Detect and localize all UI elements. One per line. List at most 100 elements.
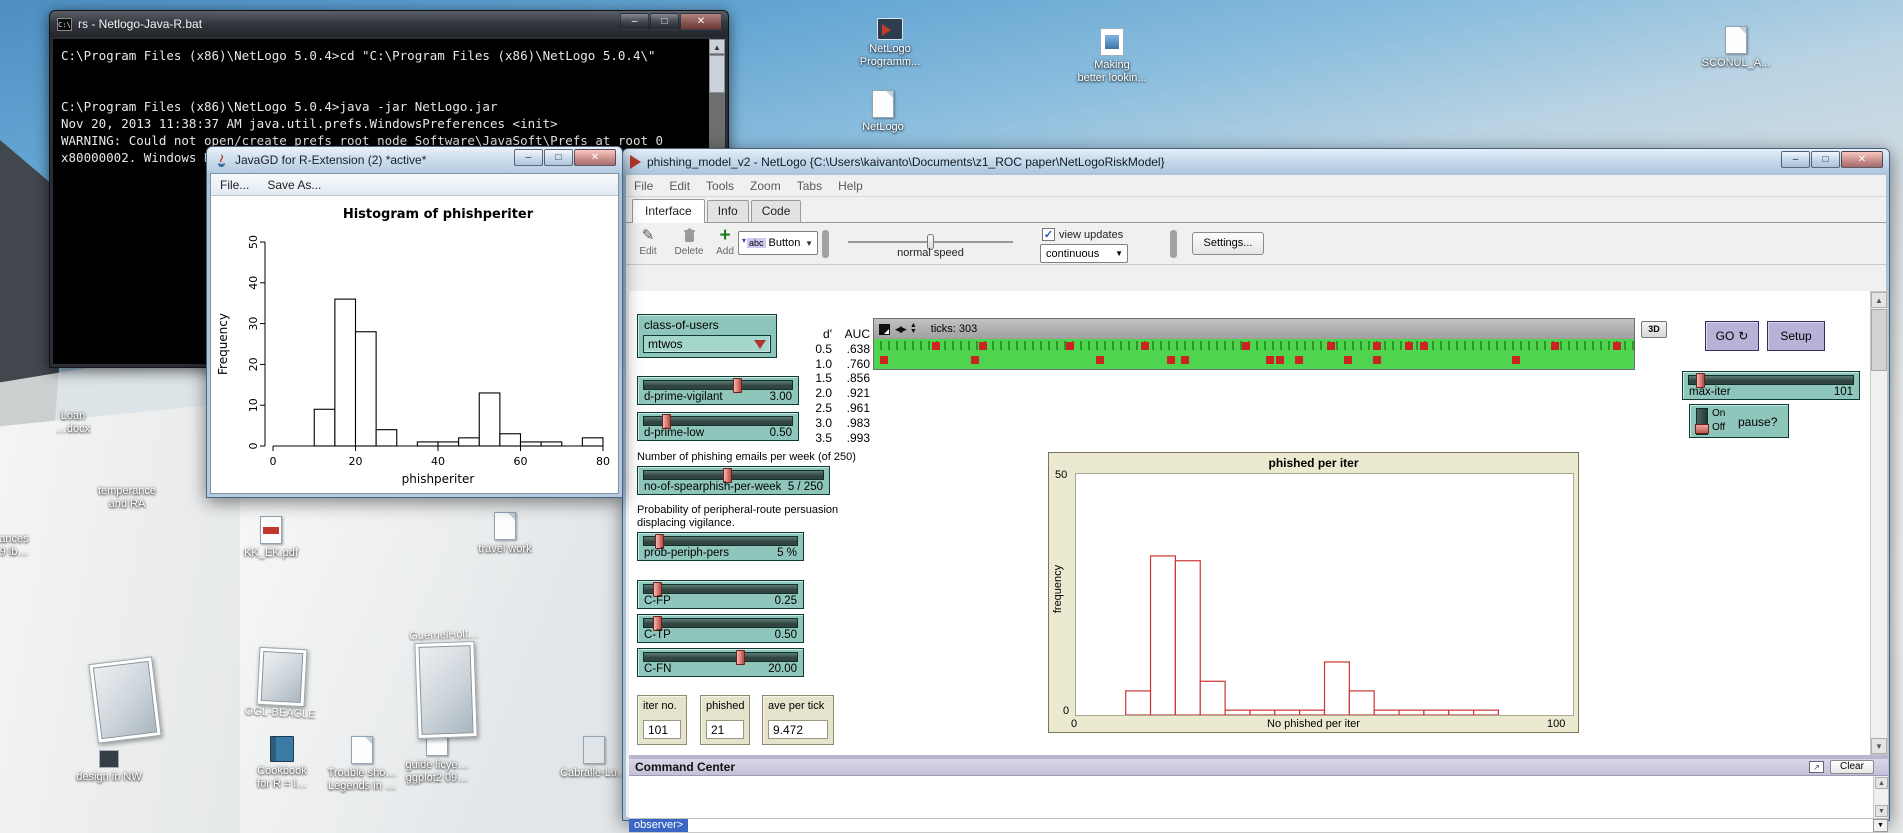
- world-canvas[interactable]: [874, 339, 1634, 369]
- switch-track[interactable]: [1696, 408, 1708, 435]
- update-mode-dropdown[interactable]: continuous ▼: [1040, 244, 1128, 263]
- scrollbar-thumb[interactable]: [709, 55, 725, 93]
- desktop-icon[interactable]: ances9 lb…: [0, 533, 59, 559]
- world-pan-horizontal-icon[interactable]: ◀▶: [895, 324, 905, 335]
- plot-bar: [1225, 710, 1250, 715]
- setup-button[interactable]: Setup: [1767, 321, 1825, 351]
- desktop-icon[interactable]: SCONUL_A...: [1691, 26, 1781, 70]
- menu-item-tools[interactable]: Tools: [698, 179, 742, 193]
- c-tp-slider[interactable]: C-TP0.50: [637, 614, 804, 643]
- cmd-window-title: rs - Netlogo-Java-R.bat: [78, 17, 202, 31]
- javagd-titlebar[interactable]: JavaGD for R-Extension (2) *active* – □ …: [207, 147, 622, 173]
- svg-text:30: 30: [247, 317, 260, 331]
- plot-ytick-max: 50: [1055, 469, 1067, 481]
- command-input-row[interactable]: observer> ▼: [629, 819, 1888, 832]
- menu-item-file[interactable]: File...: [211, 178, 258, 192]
- photo-thumbnail[interactable]: GGL-BEAGLE: [257, 647, 308, 707]
- menu-item-saveas[interactable]: Save As...: [258, 178, 330, 192]
- world-resize-icon[interactable]: [879, 324, 890, 335]
- max-iter-slider[interactable]: max-iter101: [1682, 371, 1860, 400]
- scroll-up-icon[interactable]: ▲: [1871, 292, 1887, 308]
- class-of-users-chooser[interactable]: class-of-users mtwos: [637, 314, 777, 358]
- no-of-spearphish-per-week-slider[interactable]: no-of-spearphish-per-week5 / 250: [637, 466, 830, 495]
- c-fp-slider[interactable]: C-FP0.25: [637, 580, 804, 609]
- export-icon[interactable]: ↗: [1809, 761, 1824, 773]
- netlogo-titlebar[interactable]: phishing_model_v2 - NetLogo {C:\Users\ka…: [623, 149, 1889, 175]
- tab-interface[interactable]: Interface: [632, 199, 705, 223]
- svg-text:0: 0: [247, 443, 260, 450]
- cmd-maximize-button[interactable]: □: [650, 13, 679, 30]
- desktop-icon[interactable]: Loan…docx: [28, 410, 118, 436]
- menu-item-edit[interactable]: Edit: [661, 179, 698, 193]
- svg-text:60: 60: [514, 455, 528, 468]
- menu-item-tabs[interactable]: Tabs: [789, 179, 830, 193]
- menu-item-zoom[interactable]: Zoom: [742, 179, 789, 193]
- cmd-minimize-button[interactable]: –: [620, 13, 649, 30]
- speed-slider[interactable]: [848, 241, 1013, 243]
- javagd-maximize-button[interactable]: □: [544, 149, 573, 166]
- d-prime-low-slider[interactable]: d-prime-low0.50: [637, 412, 799, 441]
- menu-item-file[interactable]: File: [626, 179, 661, 193]
- scroll-up-icon[interactable]: ▲: [709, 39, 725, 54]
- agent-square: [1276, 356, 1284, 364]
- delete-button[interactable]: Delete: [668, 228, 710, 257]
- desktop-icon-label: ggplot2 09…: [392, 772, 482, 785]
- plot-bar: [1250, 710, 1275, 715]
- d-prime-vigilant-slider[interactable]: d-prime-vigilant3.00: [637, 376, 799, 405]
- desktop-icon[interactable]: temperanceand RA: [82, 485, 172, 511]
- 3d-view-button[interactable]: 3D: [1641, 321, 1667, 338]
- menu-item-help[interactable]: Help: [830, 179, 871, 193]
- desktop-icon[interactable]: NetLogoProgramm...: [845, 18, 935, 69]
- desktop-icon[interactable]: travel work: [460, 512, 550, 556]
- netlogo-minimize-button[interactable]: –: [1781, 151, 1810, 168]
- world-view[interactable]: ◀▶ ▲▼ ticks: 303: [873, 318, 1635, 370]
- prompt-context-dropdown-icon[interactable]: ▼: [1873, 819, 1888, 832]
- add-widget-button[interactable]: + Add: [712, 228, 738, 257]
- switch-handle[interactable]: [1695, 424, 1709, 434]
- phished-per-iter-plot: phished per iter 50 0 0 100 No phished p…: [1048, 452, 1579, 733]
- netlogo-maximize-button[interactable]: □: [1811, 151, 1840, 168]
- view-updates-checkbox[interactable]: ✓ view updates: [1042, 228, 1123, 241]
- desktop-icon[interactable]: Cookbookfor R = l…: [237, 736, 327, 791]
- go-button[interactable]: GO↻: [1705, 321, 1759, 351]
- cmd-titlebar[interactable]: C:\ rs - Netlogo-Java-R.bat – □ ✕: [50, 11, 728, 37]
- interface-vertical-scrollbar[interactable]: ▲ ▼: [1870, 291, 1888, 755]
- netlogo-close-button[interactable]: ✕: [1841, 151, 1883, 168]
- desktop-icon-label: SCONUL_A...: [1691, 57, 1781, 70]
- prob-periph-pers-slider[interactable]: prob-periph-pers5 %: [637, 532, 804, 561]
- observer-prompt[interactable]: observer>: [629, 819, 688, 832]
- desktop-icon[interactable]: KK_EK.pdf: [226, 516, 316, 560]
- desktop-icon[interactable]: design in NW: [64, 750, 154, 784]
- settings-button[interactable]: Settings...: [1192, 232, 1264, 255]
- widget-type-dropdown[interactable]: ▾ abc Button ▼: [738, 231, 818, 255]
- desktop-icon[interactable]: Makingbetter lookin...: [1067, 28, 1157, 85]
- photo-thumbnail[interactable]: [88, 656, 161, 743]
- world-pan-vertical-icon[interactable]: ▲▼: [910, 323, 917, 335]
- output-scrollbar[interactable]: ▲ ▼: [1873, 776, 1888, 818]
- desktop-icon[interactable]: NetLogo: [838, 90, 928, 134]
- pencil-icon: ✎: [630, 228, 666, 245]
- svg-text:50: 50: [247, 235, 260, 249]
- scroll-down-icon[interactable]: ▼: [1875, 805, 1888, 817]
- checkbox-checked-icon[interactable]: ✓: [1042, 228, 1055, 241]
- tab-info[interactable]: Info: [707, 200, 749, 222]
- tab-code[interactable]: Code: [751, 200, 802, 222]
- chooser-value[interactable]: mtwos: [643, 335, 771, 353]
- scroll-up-icon[interactable]: ▲: [1875, 777, 1888, 789]
- dauc-value: 3.5: [802, 431, 832, 446]
- histogram-bar: [541, 442, 562, 446]
- scrollbar-thumb[interactable]: [1871, 309, 1887, 371]
- javagd-close-button[interactable]: ✕: [574, 149, 616, 166]
- c-fn-slider[interactable]: C-FN20.00: [637, 648, 804, 677]
- photo-image: [418, 645, 473, 735]
- cmd-close-button[interactable]: ✕: [680, 13, 722, 30]
- scroll-down-icon[interactable]: ▼: [1871, 738, 1887, 754]
- javagd-minimize-button[interactable]: –: [514, 149, 543, 166]
- pause-switch[interactable]: On Off pause?: [1689, 404, 1789, 438]
- clear-button[interactable]: Clear: [1830, 760, 1874, 774]
- command-center-output[interactable]: ▲ ▼: [629, 776, 1888, 819]
- desktop-icon-label: Making: [1067, 59, 1157, 72]
- photo-thumbnail[interactable]: GuernelHolt…: [414, 641, 477, 739]
- dauc-header-row: d'AUC: [802, 327, 872, 342]
- edit-button[interactable]: ✎ Edit: [630, 228, 666, 257]
